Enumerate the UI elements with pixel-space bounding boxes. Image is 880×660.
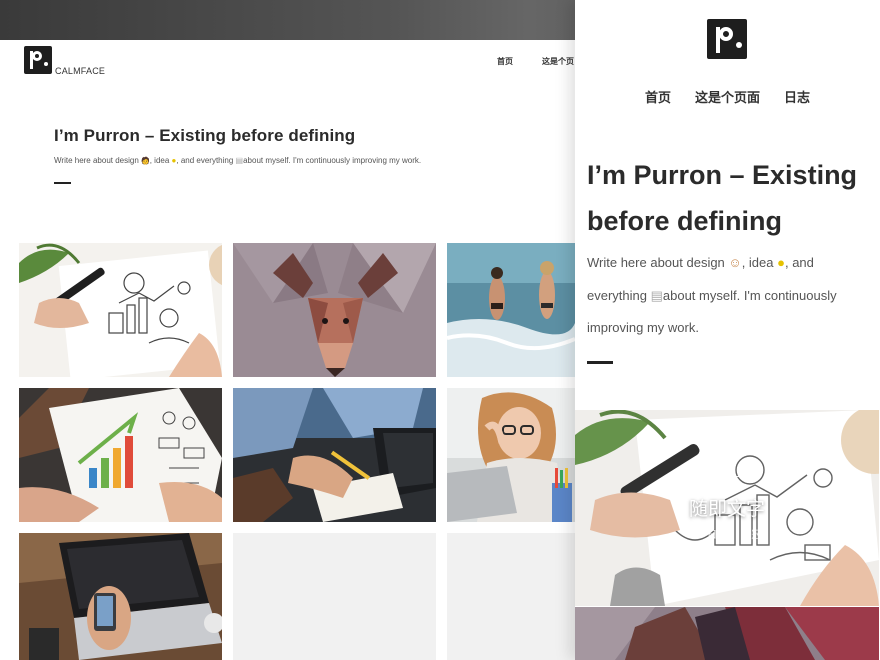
artist-emoji-icon: ☺: [728, 255, 742, 270]
mobile-hero-title: I’m Purron – Existing before defining: [587, 160, 858, 236]
tile-chart-notebook[interactable]: [19, 388, 222, 522]
post-card-next[interactable]: [575, 607, 879, 660]
tag-news[interactable]: 新冠: [741, 530, 761, 541]
mobile-hero-divider: [587, 361, 613, 364]
mobile-nav-journal[interactable]: 日志: [784, 87, 810, 106]
post-tags: # 日志8 新冠: [575, 526, 879, 541]
tile-sketch-notebook[interactable]: [19, 243, 222, 377]
post-title[interactable]: 随即文字: [575, 494, 879, 521]
mobile-nav-this-page[interactable]: 这是个页面: [695, 87, 760, 106]
nav-home[interactable]: 首页: [497, 56, 513, 67]
notepad-emoji-icon: ▤: [235, 156, 244, 165]
mobile-view: 首页 这是个页面 日志 I’m Purron – Existing before…: [575, 0, 880, 660]
tag-journal[interactable]: 日志8: [707, 530, 733, 541]
tag-hash: #: [692, 530, 699, 541]
brand-name[interactable]: CALMFACE: [55, 66, 105, 76]
hero-title: I’m Purron – Existing before defining: [54, 126, 356, 145]
post-card[interactable]: 新文 随即文字 # 日志8 新冠: [575, 410, 879, 606]
nav-this-page[interactable]: 这是个页: [542, 56, 574, 67]
tile-placeholder: [233, 533, 436, 660]
tile-placeholder: [447, 533, 575, 660]
calmface-logo-icon[interactable]: [707, 19, 747, 59]
post-category[interactable]: 新文: [575, 470, 879, 489]
tile-woman-laptop[interactable]: [447, 388, 575, 522]
mobile-hero-description: Write here about design ☺, idea ●, and e…: [587, 255, 837, 335]
calmface-logo-icon[interactable]: [24, 46, 52, 74]
notepad-emoji-icon: ▤: [650, 287, 663, 303]
mobile-nav-home[interactable]: 首页: [645, 87, 671, 106]
hero-description: Write here about design 🧑, idea ●, and e…: [54, 156, 422, 165]
hero-divider: [54, 182, 71, 184]
artist-emoji-icon: 🧑: [141, 158, 150, 165]
tile-phone-laptop[interactable]: [19, 533, 222, 660]
lightbulb-emoji-icon: ●: [777, 255, 785, 270]
tile-lowpoly-deer[interactable]: [233, 243, 436, 377]
tile-writing-desk[interactable]: [233, 388, 436, 522]
tile-beach-runners[interactable]: [447, 243, 575, 377]
